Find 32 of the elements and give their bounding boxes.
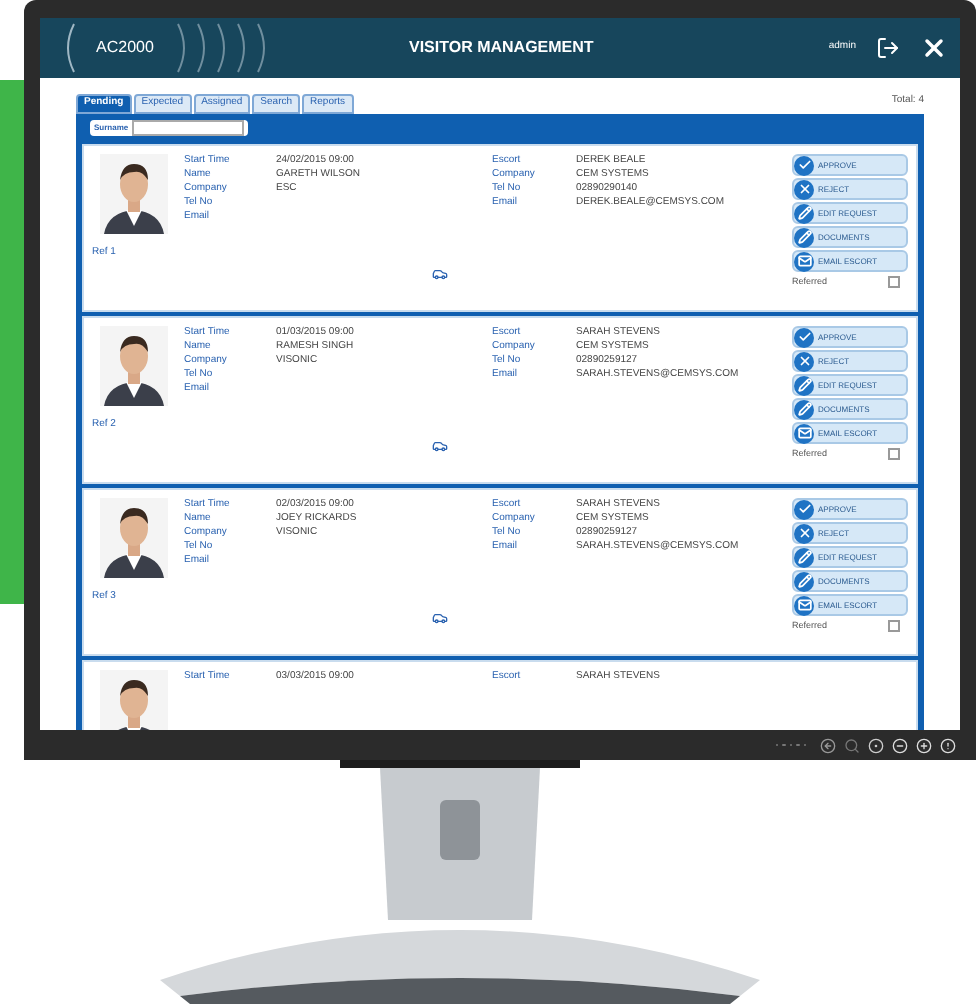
- car-icon[interactable]: [432, 265, 448, 282]
- pencil-icon: [794, 227, 814, 247]
- minus-icon[interactable]: [892, 737, 908, 753]
- referred-checkbox[interactable]: [888, 620, 900, 633]
- logout-icon[interactable]: [876, 36, 900, 60]
- referred-checkbox[interactable]: [888, 276, 900, 289]
- window-title: VISITOR MANAGEMENT: [406, 36, 596, 60]
- close-icon[interactable]: [920, 34, 948, 62]
- pencil-icon: [794, 399, 814, 419]
- x-icon: [794, 523, 814, 543]
- envelope-icon: [794, 423, 814, 443]
- search-icon[interactable]: [844, 737, 860, 753]
- alert-icon[interactable]: [940, 737, 956, 753]
- car-icon[interactable]: [432, 437, 448, 454]
- x-icon: [794, 179, 814, 199]
- envelope-icon: [794, 251, 814, 271]
- logo-text: AC2000: [94, 36, 156, 60]
- record-icon[interactable]: [868, 737, 884, 753]
- search-field[interactable]: [132, 120, 245, 136]
- check-icon: [794, 499, 814, 519]
- plus-icon[interactable]: [916, 737, 932, 753]
- x-icon: [794, 351, 814, 371]
- check-icon: [794, 327, 814, 347]
- car-icon[interactable]: [432, 609, 448, 626]
- pencil-icon: [794, 571, 814, 591]
- envelope-icon: [794, 595, 814, 615]
- check-icon: [794, 155, 814, 175]
- pencil-icon: [794, 375, 814, 395]
- pencil-icon: [794, 547, 814, 567]
- referred-checkbox[interactable]: [888, 448, 900, 461]
- back-icon[interactable]: [820, 737, 836, 753]
- pencil-icon: [794, 203, 814, 223]
